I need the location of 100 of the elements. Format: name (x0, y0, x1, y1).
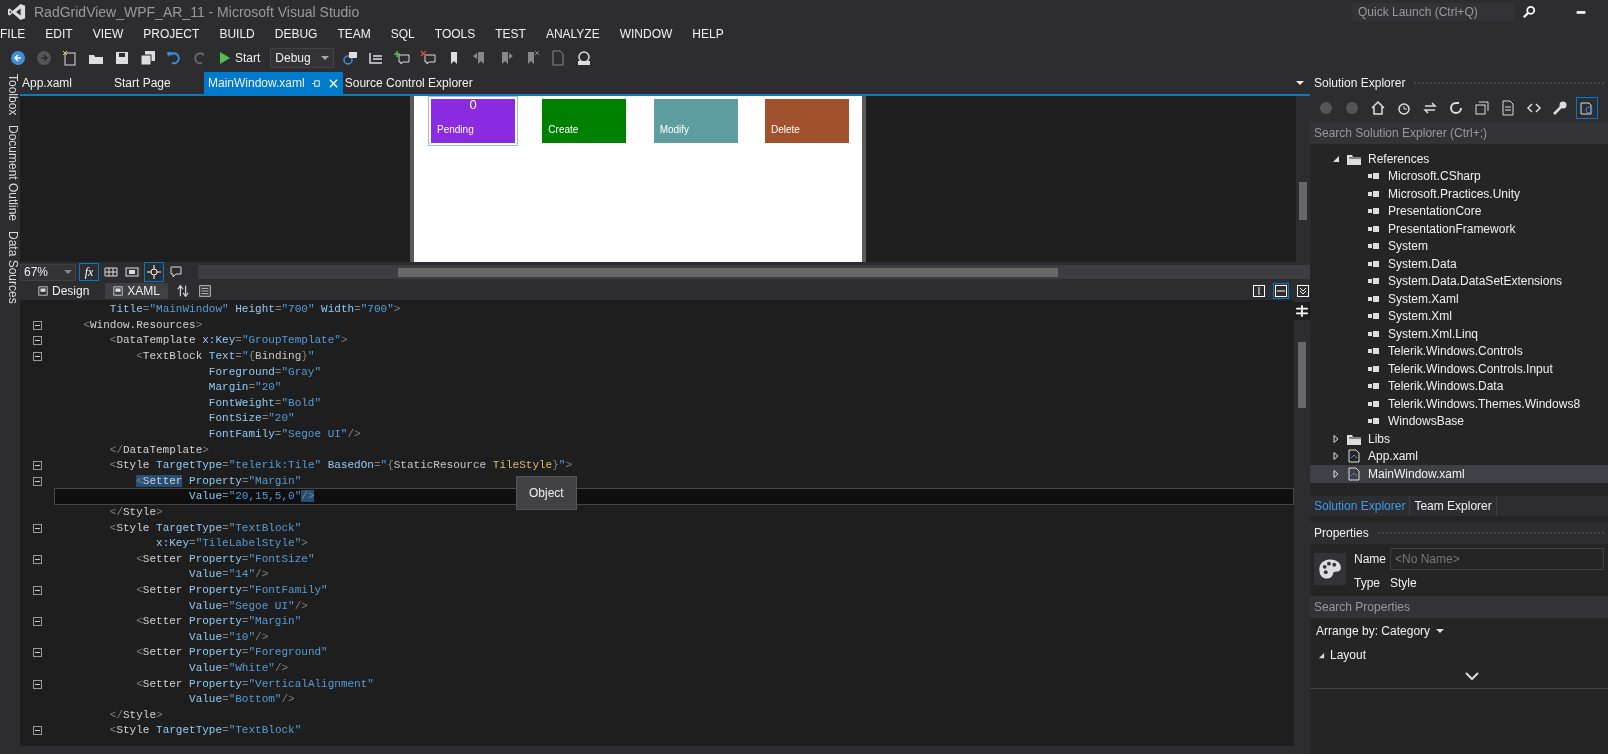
horizontal-split-icon[interactable] (1274, 284, 1288, 298)
collapse-pane-icon[interactable] (1296, 284, 1310, 298)
tree-item[interactable]: App.xaml (1310, 447, 1608, 465)
document-tab[interactable]: App.xaml (20, 72, 112, 94)
vertical-scrollbar[interactable] (1294, 300, 1310, 746)
tree-item[interactable]: System.Xaml (1310, 290, 1608, 308)
horizontal-scrollbar[interactable] (198, 265, 1310, 279)
menu-item[interactable]: EDIT (35, 27, 83, 41)
collapse-icon[interactable] (32, 586, 42, 595)
collapse-icon[interactable] (32, 726, 42, 736)
redo-icon[interactable] (192, 50, 208, 66)
menu-item[interactable]: BUILD (209, 27, 265, 41)
pin-icon[interactable] (310, 77, 322, 89)
new-project-icon[interactable] (62, 50, 78, 66)
view-tab[interactable]: Design (30, 283, 98, 299)
menu-item[interactable]: TOOLS (424, 27, 486, 41)
split-handle-icon[interactable] (1293, 302, 1311, 320)
scrollbar-thumb[interactable] (398, 267, 1058, 277)
side-tab[interactable]: Toolbox (0, 74, 20, 116)
side-tab[interactable]: Data Sources (0, 231, 20, 305)
menu-item[interactable]: TEST (485, 27, 536, 41)
document-outline-icon[interactable] (198, 284, 213, 298)
section-header[interactable]: Layout (1310, 644, 1608, 666)
collapse-icon[interactable] (32, 617, 42, 627)
collapse-icon[interactable] (32, 554, 42, 564)
save-icon[interactable] (114, 50, 130, 66)
tile[interactable]: Delete (762, 96, 852, 146)
tree-item[interactable]: System.Data.DataSetExtensions (1310, 272, 1608, 290)
scrollbar-thumb[interactable] (1299, 182, 1307, 220)
collapse-all-icon[interactable] (1472, 98, 1492, 118)
expander-icon[interactable] (1332, 434, 1340, 443)
tree-item[interactable]: System (1310, 237, 1608, 255)
collapse-icon[interactable] (32, 523, 42, 533)
tree-item[interactable]: PresentationFramework (1310, 220, 1608, 238)
tile[interactable]: 0 Pending (428, 96, 518, 146)
comment-add-icon[interactable] (394, 50, 411, 66)
collapse-icon[interactable] (32, 476, 42, 486)
collapse-icon[interactable] (32, 461, 42, 471)
tree-item[interactable]: System.Xml (1310, 307, 1608, 325)
menu-item[interactable]: HELP (682, 27, 734, 41)
vertical-scrollbar[interactable] (1296, 96, 1310, 262)
indent-icon[interactable] (368, 50, 385, 66)
undo-icon[interactable] (166, 50, 182, 66)
vertical-split-icon[interactable] (1252, 284, 1266, 298)
panel-tab[interactable]: Team Explorer (1410, 496, 1497, 516)
menu-item[interactable]: ANALYZE (535, 27, 610, 41)
menu-item[interactable]: PROJECT (133, 27, 210, 41)
tree-item[interactable]: Telerik.Windows.Themes.Windows8 (1310, 395, 1608, 413)
menu-item[interactable]: TEAM (327, 27, 381, 41)
snap-icon[interactable] (144, 262, 164, 282)
expander-icon[interactable] (1332, 154, 1340, 163)
tree-item[interactable]: Microsoft.Practices.Unity (1310, 185, 1608, 203)
search-icon[interactable] (1522, 5, 1536, 19)
name-field[interactable]: <No Name> (1390, 548, 1604, 570)
tree-item[interactable]: Telerik.Windows.Data (1310, 377, 1608, 395)
expander-icon[interactable] (1332, 469, 1340, 478)
zoom-dropdown[interactable]: 67% (20, 263, 76, 281)
menu-item[interactable]: SQL (380, 27, 425, 41)
tree-item[interactable]: Microsoft.CSharp (1310, 167, 1608, 185)
collapse-icon[interactable] (32, 336, 42, 346)
menu-item[interactable]: WINDOW (609, 27, 683, 41)
tree-item[interactable]: WindowsBase (1310, 412, 1608, 430)
formula-button[interactable]: fx (79, 263, 99, 281)
expander-icon[interactable] (1332, 452, 1340, 461)
document-tab[interactable]: Start Page (112, 72, 204, 94)
menu-item[interactable]: DEBUG (264, 27, 328, 41)
collapse-icon[interactable] (32, 352, 42, 362)
tree-item[interactable]: System.Data (1310, 255, 1608, 273)
tree-item[interactable]: Libs (1310, 430, 1608, 448)
tree-item[interactable]: PresentationCore (1310, 202, 1608, 220)
menu-item[interactable]: FILE (0, 27, 36, 41)
side-tab[interactable]: Document Outline (0, 125, 20, 222)
search-field[interactable]: Search Solution Explorer (Ctrl+;) (1310, 122, 1608, 144)
tile[interactable]: Create (539, 96, 630, 146)
collapse-icon[interactable] (32, 320, 42, 330)
chevron-down-icon[interactable] (1464, 672, 1479, 680)
close-icon[interactable] (327, 77, 339, 89)
document-icon[interactable] (550, 50, 567, 66)
tab-list-dropdown-icon[interactable] (1296, 81, 1304, 85)
tree-item[interactable]: MainWindow.xaml (1310, 465, 1608, 483)
panel-tab[interactable]: Solution Explorer (1310, 496, 1411, 516)
arrange-by-dropdown[interactable]: Arrange by: Category (1310, 618, 1451, 644)
menu-item[interactable]: VIEW (82, 27, 134, 41)
quick-launch-field[interactable]: Quick Launch (Ctrl+Q) (1352, 3, 1514, 21)
scrollbar-thumb[interactable] (1298, 342, 1306, 408)
tree-item[interactable]: Telerik.Windows.Controls (1310, 342, 1608, 360)
save-all-icon[interactable] (140, 50, 156, 66)
collapse-icon[interactable] (32, 679, 42, 689)
swap-panes-icon[interactable] (176, 284, 191, 298)
start-button[interactable]: Start (216, 49, 265, 67)
preview-icon[interactable] (1576, 97, 1598, 119)
configuration-dropdown[interactable]: Debug (270, 48, 335, 68)
tree-item[interactable]: References (1310, 150, 1608, 168)
view-tab[interactable]: XAML (105, 283, 169, 299)
collapse-icon[interactable] (32, 648, 42, 658)
document-tab[interactable]: Source Control Explorer (342, 72, 479, 94)
document-tab[interactable]: MainWindow.xaml (204, 72, 343, 94)
tree-item[interactable]: Telerik.Windows.Controls.Input (1310, 360, 1608, 378)
comment-remove-icon[interactable] (420, 50, 437, 66)
search-field[interactable]: Search Properties (1310, 596, 1608, 618)
